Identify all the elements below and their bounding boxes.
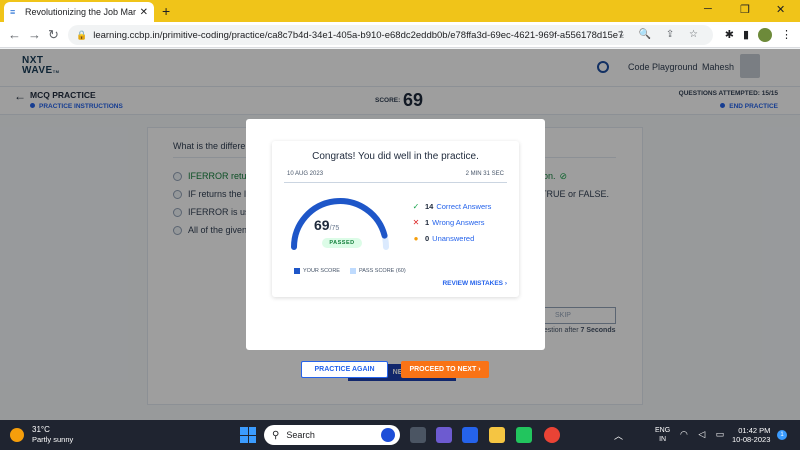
file-explorer-icon[interactable] bbox=[489, 427, 505, 443]
url-input[interactable]: 🔒 learning.ccbp.in/primitive-coding/prac… bbox=[68, 25, 713, 45]
clock[interactable]: 01:42 PM 10-08-2023 bbox=[732, 426, 770, 444]
temperature: 31°C bbox=[32, 425, 50, 434]
chevron-right-icon: › bbox=[478, 366, 481, 373]
cross-icon: ✕ bbox=[412, 218, 420, 227]
taskbar-search[interactable]: ⚲ Search bbox=[264, 425, 400, 445]
congrats-message: Congrats! You did well in the practice. bbox=[312, 151, 479, 162]
search-icon: ⚲ bbox=[272, 429, 280, 441]
legend-swatch bbox=[350, 268, 356, 274]
forward-icon[interactable]: → bbox=[28, 27, 41, 42]
start-button[interactable] bbox=[240, 427, 256, 443]
favicon-icon: ≡ bbox=[10, 7, 16, 17]
notification-badge[interactable]: 1 bbox=[777, 430, 787, 440]
practice-again-button[interactable]: PRACTICE AGAIN bbox=[301, 361, 388, 378]
chevron-right-icon: › bbox=[504, 280, 507, 287]
url-actions-icons[interactable]: ⤓ 🔍 ⇪ ☆ bbox=[619, 29, 704, 40]
weather-widget[interactable]: 31°C Partly sunny bbox=[10, 425, 73, 445]
results-card: Congrats! You did well in the practice. … bbox=[272, 141, 519, 297]
lock-icon: 🔒 bbox=[76, 29, 88, 40]
close-tab-icon[interactable]: ✕ bbox=[140, 7, 148, 18]
browser-tab[interactable]: ≡ Revolutionizing the Job Market | NxtWa… bbox=[4, 2, 154, 22]
gauge-score: 69/75 bbox=[314, 217, 340, 233]
page-content: NXT WAVETM Code Playground Mahesh ← MCQ … bbox=[0, 49, 800, 420]
maximize-icon[interactable]: ❐ bbox=[740, 3, 750, 16]
legend-your-score: YOUR SCORE bbox=[294, 268, 340, 274]
browser-tab-bar: ≡ Revolutionizing the Job Market | NxtWa… bbox=[0, 0, 800, 22]
chrome-icon[interactable] bbox=[544, 427, 560, 443]
tray-chevron-icon[interactable]: ︿ bbox=[614, 429, 623, 442]
legend-swatch bbox=[294, 268, 300, 274]
back-icon[interactable]: ← bbox=[8, 27, 21, 42]
edge-icon[interactable] bbox=[462, 427, 478, 443]
extension-icons: ✱ ▮ ⋮ bbox=[725, 28, 792, 42]
tab-title: Revolutionizing the Job Market | NxtWave bbox=[25, 7, 136, 17]
results-divider bbox=[284, 182, 507, 183]
weather-desc: Partly sunny bbox=[32, 435, 74, 444]
bing-icon bbox=[381, 428, 395, 442]
partly-sunny-icon bbox=[10, 428, 24, 442]
new-tab-icon[interactable]: + bbox=[162, 3, 170, 19]
store-icon[interactable] bbox=[516, 427, 532, 443]
minimize-icon[interactable]: ─ bbox=[704, 3, 712, 15]
dot-icon: ● bbox=[413, 234, 419, 243]
results-modal: Congrats! You did well in the practice. … bbox=[246, 119, 545, 378]
url-text: learning.ccbp.in/primitive-coding/practi… bbox=[93, 29, 624, 41]
wrong-answers-stat: ✕ 1 Wrong Answers bbox=[412, 218, 485, 227]
reload-icon[interactable]: ↻ bbox=[48, 27, 59, 43]
correct-answers-stat: ✓ 14 Correct Answers bbox=[412, 202, 492, 211]
profile-avatar[interactable] bbox=[758, 28, 772, 42]
review-mistakes-link[interactable]: REVIEW MISTAKES › bbox=[442, 280, 507, 287]
proceed-next-button[interactable]: PROCEED TO NEXT › bbox=[401, 361, 489, 378]
address-bar: ← → ↻ 🔒 learning.ccbp.in/primitive-codin… bbox=[0, 22, 800, 48]
legend-pass-score: PASS SCORE (60) bbox=[350, 268, 406, 274]
close-window-icon[interactable]: ✕ bbox=[776, 3, 785, 16]
language-indicator[interactable]: ENG IN bbox=[655, 426, 670, 444]
unanswered-stat: ● 0 Unanswered bbox=[411, 234, 475, 243]
passed-badge: PASSED bbox=[322, 238, 362, 248]
sidepanel-icon[interactable]: ▮ bbox=[743, 28, 749, 42]
extensions-icon[interactable]: ✱ bbox=[725, 28, 734, 42]
practice-duration: 2 MIN 31 SEC bbox=[465, 171, 504, 177]
task-view-icon[interactable] bbox=[410, 427, 426, 443]
teams-icon[interactable] bbox=[436, 427, 452, 443]
check-icon: ✓ bbox=[412, 202, 420, 211]
wifi-volume-battery-icons[interactable]: ◠ ◁ ▭ bbox=[680, 429, 728, 440]
windows-taskbar: 31°C Partly sunny ⚲ Search ︿ ENG IN ◠ ◁ … bbox=[0, 420, 800, 450]
practice-date: 10 AUG 2023 bbox=[287, 171, 324, 177]
menu-icon[interactable]: ⋮ bbox=[781, 28, 792, 42]
